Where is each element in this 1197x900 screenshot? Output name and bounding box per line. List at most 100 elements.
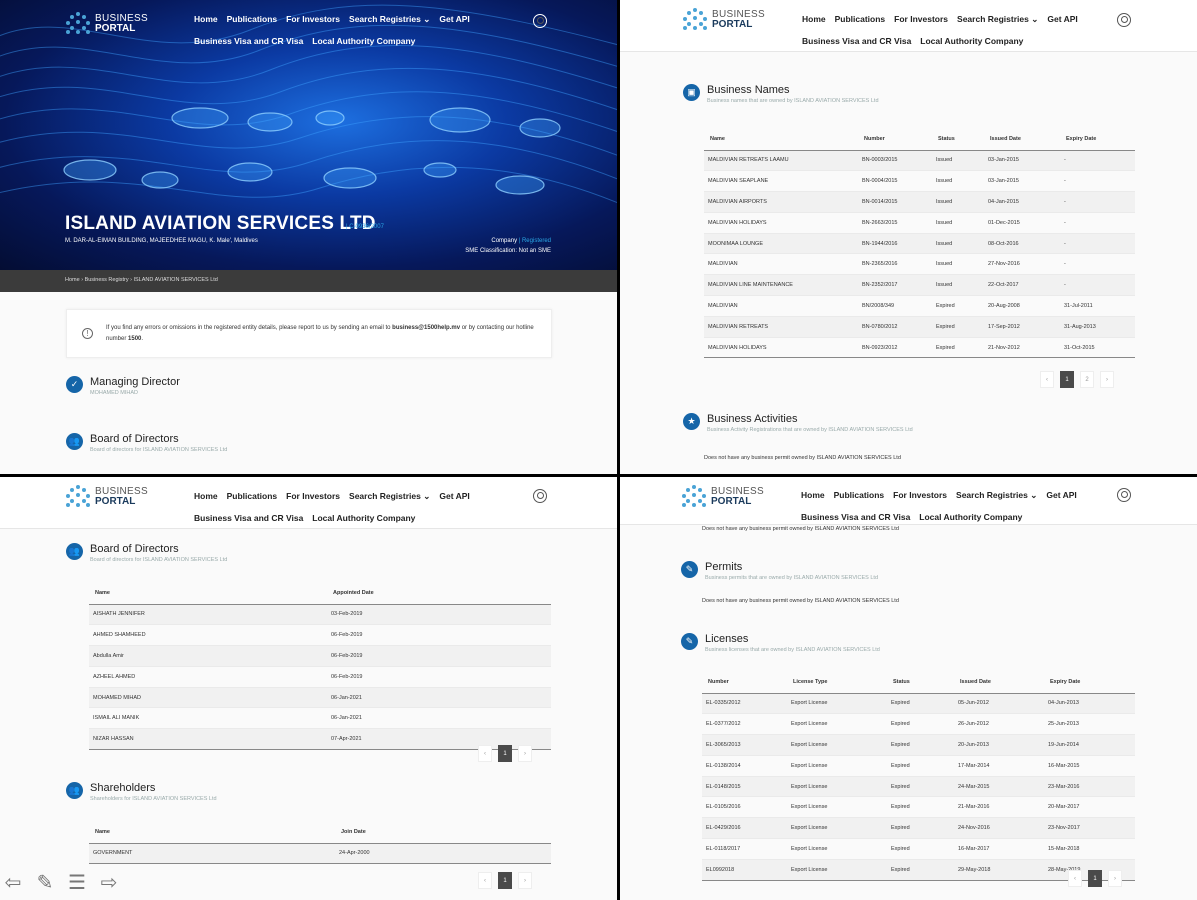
breadcrumb-home[interactable]: Home — [65, 277, 80, 283]
nav-business-visa[interactable]: Business Visa and CR Visa — [194, 513, 303, 523]
prev-page-button[interactable]: ‹ — [1068, 870, 1082, 887]
user-account-icon[interactable] — [533, 489, 547, 503]
prev-page-button[interactable]: ‹ — [478, 745, 492, 762]
nav-get-api[interactable]: Get API — [439, 14, 469, 25]
licenses-pagination: ‹ 1 › — [1068, 870, 1122, 887]
breadcrumb-business-registry[interactable]: Business Registry — [80, 277, 129, 283]
logo-dot — [692, 485, 696, 489]
logo-dot — [693, 8, 697, 12]
nav-business-visa[interactable]: Business Visa and CR Visa — [801, 512, 910, 522]
prev-page-button[interactable]: ‹ — [1040, 371, 1054, 388]
user-account-icon[interactable] — [1117, 13, 1131, 27]
back-arrow-icon[interactable]: ⇦ — [0, 870, 26, 896]
chevron-down-icon: ⌄ — [423, 491, 431, 501]
table-cell: 05-Jun-2012 — [954, 693, 1044, 715]
nav-get-api[interactable]: Get API — [439, 491, 469, 502]
next-page-button[interactable]: › — [1108, 870, 1122, 887]
nav-for-investors[interactable]: For Investors — [286, 14, 340, 25]
logo-dots-icon — [66, 12, 90, 36]
table-cell: MOONIMAA LOUNGE — [704, 233, 858, 255]
menu-icon[interactable]: ☰ — [64, 870, 90, 896]
table-cell: 21-Mar-2016 — [954, 796, 1044, 819]
page-1-button[interactable]: 1 — [1088, 870, 1102, 887]
table-cell: EL-0138/2014 — [702, 755, 787, 777]
nav-local-authority-company[interactable]: Local Authority Company — [919, 512, 1022, 522]
logo-dot — [70, 26, 74, 30]
top-navbar: BUSINESS PORTAL Home Publications For Inv… — [620, 0, 1197, 52]
logo-line2: PORTAL — [95, 23, 136, 34]
business-name-row: MALDIVIAN RETREATS BN-0780/2012 Expired 17-… — [704, 316, 1135, 338]
logo-dot — [66, 30, 70, 34]
licenses-title: Licenses — [705, 633, 749, 645]
table-cell: Issued — [932, 191, 984, 213]
nav-get-api[interactable]: Get API — [1046, 490, 1076, 501]
next-page-button[interactable]: › — [518, 872, 532, 889]
nav-business-visa[interactable]: Business Visa and CR Visa — [802, 36, 911, 46]
notice-hotline: 1500 — [128, 335, 142, 342]
nav-business-visa[interactable]: Business Visa and CR Visa — [194, 36, 303, 46]
info-icon: ! — [82, 328, 93, 339]
table-cell: Issued — [932, 233, 984, 255]
table-cell: Export License — [787, 817, 887, 840]
nav-local-authority-company[interactable]: Local Authority Company — [920, 36, 1023, 46]
forward-arrow-icon[interactable]: ⇨ — [96, 870, 122, 896]
portal-logo[interactable]: BUSINESS PORTAL — [66, 12, 148, 36]
table-cell: Export License — [787, 859, 887, 881]
logo-dot — [76, 503, 80, 507]
business-names-pagination: ‹ 1 2 › — [1040, 371, 1114, 388]
table-cell: MALDIVIAN RETREATS — [704, 316, 858, 338]
portal-logo[interactable]: BUSINESS PORTAL — [683, 8, 765, 32]
next-page-button[interactable]: › — [518, 745, 532, 762]
director-row: Abdulla Amir 06-Feb-2019 — [89, 645, 551, 667]
page-1-button[interactable]: 1 — [1060, 371, 1074, 388]
table-cell: 22-Oct-2017 — [984, 274, 1060, 297]
table-cell: 31-Jul-2011 — [1060, 295, 1135, 317]
nav-home[interactable]: Home — [194, 14, 218, 25]
business-name-row: MOONIMAA LOUNGE BN-1944/2016 Issued 08-Oct-… — [704, 233, 1135, 255]
nav-publications[interactable]: Publications — [227, 491, 278, 502]
logo-dot — [692, 493, 696, 497]
nav-for-investors[interactable]: For Investors — [894, 14, 948, 25]
board-title: Board of Directors — [90, 543, 179, 555]
nav-home[interactable]: Home — [194, 491, 218, 502]
page-1-button[interactable]: 1 — [498, 872, 512, 889]
table-cell: - — [1060, 274, 1135, 297]
licenses-subtitle: Business licenses that are owned by ISLA… — [705, 647, 880, 653]
nav-local-authority-company[interactable]: Local Authority Company — [312, 36, 415, 46]
logo-dot — [76, 30, 80, 34]
logo-dot — [686, 488, 690, 492]
table-cell: 08-Oct-2016 — [984, 233, 1060, 255]
user-account-icon[interactable] — [1117, 488, 1131, 502]
permits-title: Permits — [705, 561, 743, 573]
nav-local-authority-company[interactable]: Local Authority Company — [312, 513, 415, 523]
portal-logo[interactable]: BUSINESS PORTAL — [66, 485, 148, 509]
nav-for-investors[interactable]: For Investors — [893, 490, 947, 501]
nav-search-registries[interactable]: Search Registries ⌄ — [349, 14, 430, 25]
table-cell: 03-Jan-2015 — [984, 150, 1060, 172]
nav-search-registries[interactable]: Search Registries ⌄ — [349, 491, 430, 502]
user-account-icon[interactable] — [533, 14, 547, 28]
nav-search-registries[interactable]: Search Registries ⌄ — [956, 490, 1037, 501]
table-cell: BN-0014/2015 — [858, 191, 932, 213]
nav-publications[interactable]: Publications — [835, 14, 886, 25]
pen-icon[interactable]: ✎ — [32, 870, 58, 896]
table-cell: 31-Oct-2015 — [1060, 337, 1135, 359]
nav-home[interactable]: Home — [801, 490, 825, 501]
logo-dot — [66, 503, 70, 507]
nav-get-api[interactable]: Get API — [1047, 14, 1077, 25]
logo-dot — [703, 17, 707, 21]
board-rows: AISHATH JENNIFER 03-Feb-2019 AHMED SHAMHEE… — [89, 604, 551, 751]
nav-publications[interactable]: Publications — [834, 490, 885, 501]
next-page-button[interactable]: › — [1100, 371, 1114, 388]
nav-for-investors[interactable]: For Investors — [286, 491, 340, 502]
page-2-button[interactable]: 2 — [1080, 371, 1094, 388]
portal-logo[interactable]: BUSINESS PORTAL — [682, 485, 764, 509]
nav-home[interactable]: Home — [802, 14, 826, 25]
table-cell: 27-Nov-2016 — [984, 253, 1060, 276]
prev-page-button[interactable]: ‹ — [478, 872, 492, 889]
logo-dot — [686, 499, 690, 503]
nav-publications[interactable]: Publications — [227, 14, 278, 25]
notice-email-link[interactable]: business@1500help.mv — [392, 325, 460, 331]
page-1-button[interactable]: 1 — [498, 745, 512, 762]
nav-search-registries[interactable]: Search Registries ⌄ — [957, 14, 1038, 25]
